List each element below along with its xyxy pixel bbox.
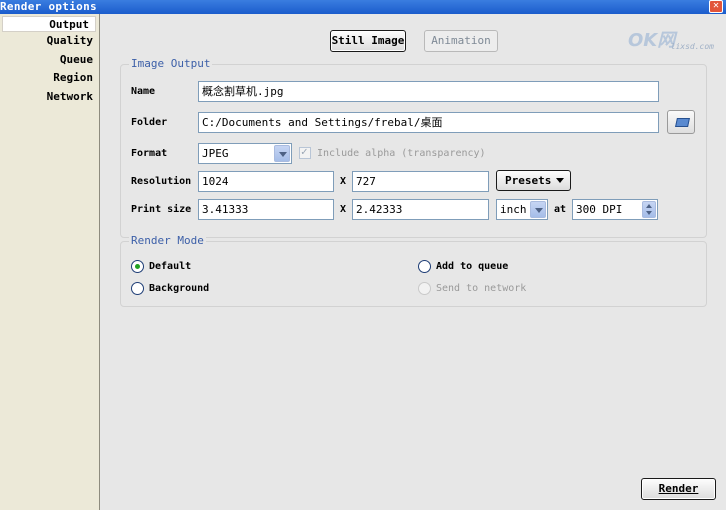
default-radio[interactable] [131,260,144,273]
chevron-down-icon [556,178,564,183]
name-label: Name [131,86,156,97]
format-label: Format [131,148,168,159]
add-to-queue-label: Add to queue [436,261,509,272]
format-value: JPEG [202,147,229,160]
resolution-height-field[interactable]: 727 [352,171,489,192]
send-to-network-label: Send to network [436,283,527,294]
background-label: Background [149,283,210,294]
print-x-label: X [340,204,347,215]
dpi-value: 300 DPI [576,203,623,216]
include-alpha-label: Include alpha (transparency) [317,148,486,159]
presets-button[interactable]: Presets [496,170,571,191]
dpi-spinner[interactable]: 300 DPI [572,199,658,220]
print-height-field[interactable]: 2.42333 [352,199,489,220]
render-mode-group: Render Mode Default Background Add to qu… [120,234,707,307]
resolution-x-label: X [340,176,347,187]
sidebar-item-output[interactable]: Output [2,16,96,32]
image-output-title: Image Output [129,57,213,70]
watermark-url: lixsd.com [670,42,714,51]
presets-label: Presets [505,174,552,187]
window-title: Render options [0,0,97,13]
at-label: at [554,204,567,215]
title-bar: Render options ✕ [0,0,726,14]
watermark-logo: OK网 [628,30,676,51]
main-panel: OK网 lixsd.com Still Image Animation Imag… [100,14,726,510]
render-button-label: Render [658,482,699,495]
format-select[interactable]: JPEG [198,143,292,164]
sidebar-item-queue[interactable]: Queue [0,51,99,70]
unit-value: inch [500,203,527,216]
name-field[interactable]: 概念割草机.jpg [198,81,659,102]
spinner-arrows-icon[interactable] [642,201,656,218]
sidebar-item-quality[interactable]: Quality [0,32,99,51]
send-to-network-radio[interactable] [418,282,431,295]
resolution-width-field[interactable]: 1024 [198,171,334,192]
close-button[interactable]: ✕ [709,0,723,13]
tab-still-image[interactable]: Still Image [330,30,406,52]
watermark: OK网 lixsd.com [628,26,714,54]
add-to-queue-radio[interactable] [418,260,431,273]
browse-folder-button[interactable] [667,110,695,134]
print-width-field[interactable]: 3.41333 [198,199,334,220]
render-button[interactable]: Render [641,478,716,500]
sidebar-item-network[interactable]: Network [0,88,99,107]
default-label: Default [149,261,192,272]
sidebar: Output Quality Queue Region Network [0,14,100,510]
folder-field[interactable]: C:/Documents and Settings/frebal/桌面 [198,112,659,133]
render-mode-title: Render Mode [129,234,206,247]
folder-icon [675,118,690,127]
print-size-label: Print size [131,204,192,215]
resolution-label: Resolution [131,176,192,187]
folder-label: Folder [131,117,168,128]
image-output-group: Image Output Name 概念割草机.jpg Folder C:/Do… [120,57,707,238]
include-alpha-checkbox[interactable] [299,145,311,159]
tab-animation[interactable]: Animation [424,30,498,52]
close-icon: ✕ [712,0,720,11]
chevron-down-icon [530,201,546,218]
background-radio[interactable] [131,282,144,295]
unit-select[interactable]: inch [496,199,548,220]
sidebar-item-region[interactable]: Region [0,69,99,88]
chevron-down-icon [274,145,290,162]
